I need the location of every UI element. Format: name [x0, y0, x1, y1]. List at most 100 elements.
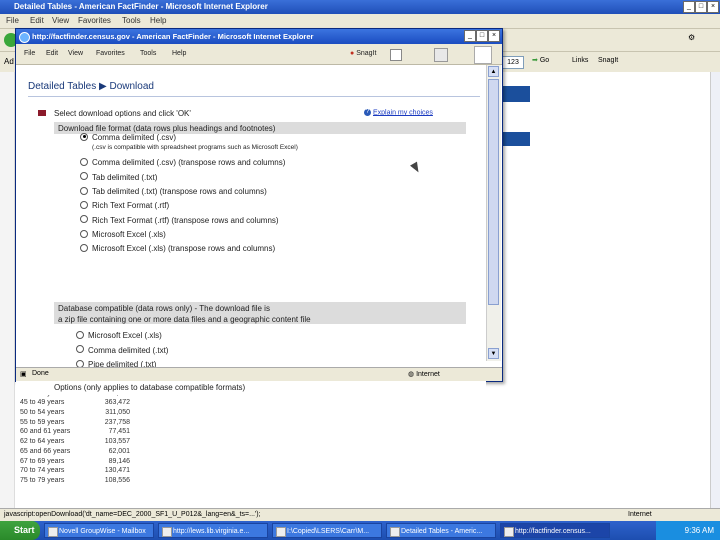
- bg-nav-block-2: [500, 132, 530, 146]
- clock: 9:36 AM: [684, 526, 714, 535]
- radio-icon[interactable]: [76, 345, 84, 354]
- snagit-capture-icon[interactable]: [390, 49, 402, 61]
- scroll-thumb[interactable]: [488, 79, 499, 305]
- explain-choices-link[interactable]: ? Explain my choices: [364, 109, 433, 116]
- section-bullet-icon: [38, 110, 46, 116]
- options-text: Options (only applies to database compat…: [54, 383, 246, 392]
- scroll-down-icon[interactable]: ▼: [488, 348, 499, 359]
- radio-icon[interactable]: [80, 186, 88, 195]
- go-button[interactable]: ➡ Go: [532, 56, 549, 64]
- snagit-button[interactable]: ● SnagIt: [350, 50, 376, 57]
- age-label: 70 to 74 years: [20, 467, 65, 475]
- age-value: 62,001: [108, 447, 130, 455]
- task-lews[interactable]: http://lews.lib.virginia.e...: [158, 523, 268, 538]
- radio-label: Comma delimited (.csv) (transpose rows a…: [92, 158, 286, 168]
- breadcrumb-detailed-tables[interactable]: Detailed Tables: [28, 81, 96, 92]
- radio-option[interactable]: Tab delimited (.txt): [80, 172, 157, 182]
- radio-icon[interactable]: [80, 229, 88, 238]
- close-icon[interactable]: ×: [707, 1, 719, 13]
- maximize-icon[interactable]: □: [695, 1, 707, 13]
- radio-label: Comma delimited (.txt): [88, 345, 169, 355]
- radio-option[interactable]: Microsoft Excel (.xls) (transpose rows a…: [80, 243, 276, 254]
- table-row: 70 to 74 years 130,471: [20, 467, 130, 477]
- bg-menu-edit[interactable]: Edit: [30, 16, 44, 25]
- table-row: 75 to 79 years 108,556: [20, 477, 130, 487]
- radio-label: Microsoft Excel (.xls): [92, 229, 166, 239]
- age-value: 311,050: [105, 409, 130, 417]
- radio-option[interactable]: Comma delimited (.csv) (transpose rows a…: [80, 158, 285, 167]
- start-button[interactable]: Start: [0, 521, 40, 540]
- close-icon[interactable]: ×: [488, 30, 500, 42]
- task-factfinder[interactable]: http://factfinder.census...: [500, 523, 610, 538]
- ie-icon: [19, 32, 30, 43]
- bg-menu-help[interactable]: Help: [150, 16, 166, 25]
- task-label: Novell GroupWise - Mailbox: [59, 528, 146, 535]
- task-folder[interactable]: I:\Copied\LSERS\Carr\M...: [272, 523, 382, 538]
- age-label: 62 to 64 years: [20, 438, 65, 446]
- radio-option[interactable]: Comma delimited (.csv): [80, 132, 176, 142]
- radio-icon[interactable]: [80, 158, 88, 167]
- menu-tools[interactable]: Tools: [140, 50, 156, 57]
- bg-left-gutter: [0, 72, 15, 508]
- radio-option[interactable]: Rich Text Format (.rtf): [80, 201, 169, 210]
- radio-option[interactable]: Tab delimited (.txt) (transpose rows and…: [80, 186, 267, 196]
- radio-option[interactable]: Rich Text Format (.rtf) (transpose rows …: [80, 215, 279, 225]
- table-row: 62 to 64 years 103,557: [20, 438, 130, 448]
- system-tray: 9:36 AM: [656, 521, 720, 540]
- bg-status-text: javascript:openDownload('dt_name=DEC_200…: [4, 511, 261, 518]
- page-done-icon: ▣: [20, 371, 27, 378]
- taskbar: Start Novell GroupWise - Mailbox http://…: [0, 521, 720, 540]
- bg-status-bar: javascript:openDownload('dt_name=DEC_200…: [0, 508, 720, 522]
- table-row: 45 to 49 years 363,472: [20, 399, 130, 409]
- bg-window-title: Detailed Tables - American FactFinder - …: [14, 2, 268, 11]
- menu-edit[interactable]: Edit: [46, 50, 58, 57]
- toolbar-tool-icon[interactable]: [434, 48, 448, 62]
- popup-vertical-scrollbar[interactable]: ▲ ▼: [486, 65, 501, 361]
- table-row: 60 and 61 years 77,451: [20, 428, 130, 438]
- radio-selected-icon[interactable]: [80, 132, 88, 141]
- age-label: 55 to 59 years: [20, 418, 65, 426]
- scroll-up-icon[interactable]: ▲: [488, 66, 499, 77]
- help-icon: ?: [364, 109, 371, 116]
- maximize-icon[interactable]: □: [476, 30, 488, 42]
- radio-option[interactable]: Comma delimited (.txt): [76, 345, 169, 355]
- explain-choices-label: Explain my choices: [373, 109, 433, 117]
- minimize-icon[interactable]: _: [464, 30, 476, 42]
- menu-favorites[interactable]: Favorites: [96, 50, 125, 57]
- radio-icon[interactable]: [80, 215, 88, 224]
- age-value: 89,146: [108, 457, 130, 465]
- task-groupwise[interactable]: Novell GroupWise - Mailbox: [44, 523, 154, 538]
- task-label: Detailed Tables - Americ...: [401, 528, 483, 535]
- menu-help[interactable]: Help: [172, 50, 186, 57]
- download-popup-window: http://factfinder.census.gov - American …: [15, 28, 503, 395]
- bg-status-zone: Internet: [628, 511, 652, 518]
- radio-icon[interactable]: [80, 201, 88, 210]
- bg-menu-favorites[interactable]: Favorites: [78, 16, 111, 25]
- bg-menu-file[interactable]: File: [6, 16, 19, 25]
- page-number-field[interactable]: 123: [502, 56, 524, 69]
- bg-menu-view[interactable]: View: [52, 16, 69, 25]
- internet-zone: ◍ Internet: [408, 370, 440, 378]
- bg-snagit-icon[interactable]: ⚙: [688, 33, 695, 42]
- menu-view[interactable]: View: [68, 50, 83, 57]
- bg-snagit-button[interactable]: SnagIt: [598, 57, 618, 64]
- radio-label: Microsoft Excel (.xls): [88, 331, 162, 340]
- radio-icon[interactable]: [76, 330, 84, 339]
- table-row: 50 to 54 years 311,050: [20, 409, 130, 419]
- menu-file[interactable]: File: [24, 50, 35, 57]
- radio-icon[interactable]: [80, 172, 88, 181]
- bg-menu-tools[interactable]: Tools: [122, 16, 141, 25]
- radio-option[interactable]: Microsoft Excel (.xls): [76, 330, 162, 340]
- task-detailed-tables[interactable]: Detailed Tables - Americ...: [386, 523, 496, 538]
- radio-label: Microsoft Excel (.xls) (transpose rows a…: [92, 244, 276, 254]
- radio-option[interactable]: Microsoft Excel (.xls): [80, 229, 166, 239]
- links-label[interactable]: Links: [572, 57, 588, 64]
- internet-zone-label: Internet: [416, 371, 440, 378]
- popup-titlebar: http://factfinder.census.gov - American …: [16, 29, 502, 44]
- radio-icon[interactable]: [80, 243, 88, 252]
- bg-vertical-scrollbar[interactable]: [710, 72, 720, 508]
- popup-page-content: Detailed Tables ▶ Download Select downlo…: [16, 65, 486, 395]
- breadcrumb: Detailed Tables ▶ Download: [28, 81, 154, 92]
- start-label: Start: [14, 525, 35, 535]
- minimize-icon[interactable]: _: [683, 1, 695, 13]
